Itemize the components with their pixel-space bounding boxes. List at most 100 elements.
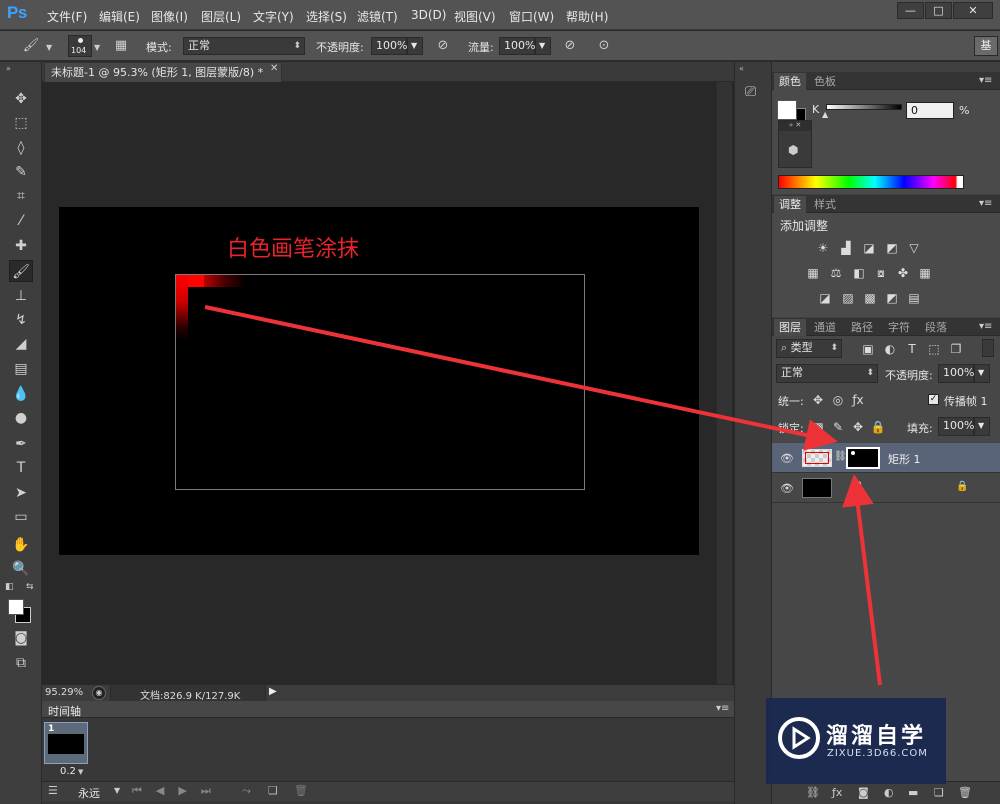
selective-color-icon[interactable]: ◩ [884,291,900,305]
filter-shape-icon[interactable]: ⬚ [926,342,942,356]
hue-saturation-icon[interactable]: ▦ [805,266,821,280]
lasso-tool-icon[interactable]: ◊ [9,137,33,159]
filter-pixel-icon[interactable]: ▣ [860,342,876,356]
dodge-tool-icon[interactable]: ● [9,407,33,429]
delete-layer-icon[interactable]: 🗑 [958,786,972,799]
tab-paths[interactable]: 路径 [846,319,878,336]
tab-layers[interactable]: 图层 [774,319,806,336]
menu-file[interactable]: 文件(F) [47,8,87,25]
move-tool-icon[interactable]: ✥ [9,88,33,110]
brush-tool-icon[interactable]: 🖌 [9,260,33,282]
history-panel-icon[interactable]: ⎚ [745,84,756,100]
pressure-size-icon[interactable]: ⊙ [595,37,613,55]
layer-style-icon[interactable]: ƒx [832,786,842,799]
lock-pixels-icon[interactable]: ✎ [830,420,846,434]
healing-brush-tool-icon[interactable]: ✚ [9,235,33,257]
marquee-tool-icon[interactable]: ⬚ [9,112,33,134]
color-balance-icon[interactable]: ⚖ [828,266,844,280]
rectangle-tool-icon[interactable]: ▭ [9,506,33,528]
filter-type-icon[interactable]: T [904,342,920,356]
tab-adjustments[interactable]: 调整 [774,196,806,213]
crop-tool-icon[interactable]: ⌗ [9,185,33,207]
photo-filter-icon[interactable]: ⧇ [873,266,889,280]
close-tab-icon[interactable]: ✕ [270,63,278,74]
eye-icon[interactable]: 👁 [780,482,794,495]
workspace-switcher[interactable]: 基 [974,36,998,56]
unify-visibility-icon[interactable]: ◎ [830,393,846,407]
k-value-field[interactable]: 0 [906,102,954,119]
levels-icon[interactable]: ▟ [838,241,854,255]
timeline-title[interactable]: 时间轴 [48,703,81,719]
layer-mask-thumbnail[interactable] [846,447,880,469]
clone-stamp-tool-icon[interactable]: ⊥ [9,285,33,307]
menu-type[interactable]: 文字(Y) [253,8,294,25]
status-menu-arrow-icon[interactable]: ▶ [269,686,277,697]
lock-transparent-icon[interactable]: ▩ [810,420,826,434]
brush-size-picker[interactable]: 104 [68,35,92,57]
collapse-icon[interactable]: » [6,64,11,73]
convert-timeline-icon[interactable]: ☰ [48,784,58,797]
tab-swatches[interactable]: 色板 [809,73,841,90]
panel-menu-icon[interactable]: ▾≡ [979,198,992,209]
layer-row-rectangle[interactable]: 👁 ⛓ 矩形 1 [772,443,1000,473]
chevron-down-icon[interactable]: ▼ [114,786,120,795]
unify-position-icon[interactable]: ✥ [810,393,826,407]
brush-panel-icon[interactable]: ▦ [112,37,130,55]
hand-tool-icon[interactable]: ✋ [9,534,33,556]
posterize-icon[interactable]: ▨ [840,291,856,305]
menu-layer[interactable]: 图层(L) [201,8,241,25]
filter-toggle[interactable] [982,339,994,357]
tab-channels[interactable]: 通道 [809,319,841,336]
layer-name[interactable]: 矩形 1 [888,451,921,467]
color-spectrum[interactable] [778,175,964,189]
menu-window[interactable]: 窗口(W) [509,8,554,25]
opacity-field[interactable]: 100% [371,37,407,55]
chevron-down-icon[interactable]: ▼ [94,43,100,52]
eraser-tool-icon[interactable]: ◢ [9,333,33,355]
type-tool-icon[interactable]: T [9,457,33,479]
lock-position-icon[interactable]: ✥ [850,420,866,434]
menu-help[interactable]: 帮助(H) [566,8,608,25]
layer-filter-dropdown[interactable]: ⌕ 类型 ⬍ [776,339,842,358]
new-adjustment-icon[interactable]: ◐ [884,786,894,799]
brightness-icon[interactable]: ☀ [815,241,831,255]
menu-image[interactable]: 图像(I) [151,8,188,25]
propagate-frame-checkbox[interactable]: ✓ [928,394,939,405]
tab-character[interactable]: 字符 [883,319,915,336]
brush-tool-preset-icon[interactable]: 🖌 [22,37,40,55]
tab-styles[interactable]: 样式 [809,196,841,213]
panel-menu-icon[interactable]: ▾≡ [979,321,992,332]
gradient-tool-icon[interactable]: ▤ [9,358,33,380]
panel-menu-icon[interactable]: ▾≡ [979,75,992,86]
menu-3d[interactable]: 3D(D) [411,8,446,22]
quick-select-tool-icon[interactable]: ✎ [9,161,33,183]
stub-header[interactable]: » ✕ [779,121,811,131]
fill-field[interactable]: 100% [938,417,974,436]
expand-icon[interactable]: « [739,64,744,73]
mode-dropdown[interactable]: 正常 ⬍ [183,37,305,55]
layer-opacity-field[interactable]: 100% [938,364,974,383]
menu-filter[interactable]: 滤镜(T) [357,8,398,25]
add-mask-icon[interactable]: ◙ [858,786,869,799]
foreground-color-swatch[interactable] [8,599,24,615]
color-lookup-icon[interactable]: ▦ [917,266,933,280]
blend-mode-dropdown[interactable]: 正常 ⬍ [776,364,878,383]
panel-menu-icon[interactable]: ▾≡ [716,703,729,714]
pen-tool-icon[interactable]: ✒ [9,433,33,455]
opacity-chevron-icon[interactable]: ▼ [407,37,423,55]
threshold-icon[interactable]: ▩ [862,291,878,305]
playback-buttons[interactable]: ⏮◀▶⏭ [132,784,225,798]
menu-edit[interactable]: 编辑(E) [99,8,140,25]
zoom-level[interactable]: 95.29% [45,687,83,698]
slider-thumb-icon[interactable]: ▲ [822,110,828,119]
screen-mode-icon[interactable]: ⧉ [9,652,33,674]
tab-color[interactable]: 颜色 [774,73,806,90]
gradient-map-icon[interactable]: ▤ [906,291,922,305]
new-layer-icon[interactable]: ❏ [934,786,944,799]
invert-icon[interactable]: ◪ [817,291,833,305]
blur-tool-icon[interactable]: 💧 [9,383,33,405]
menu-view[interactable]: 视图(V) [454,8,496,25]
flow-chevron-icon[interactable]: ▼ [535,37,551,55]
fill-chevron-icon[interactable]: ▼ [974,417,990,436]
black-white-icon[interactable]: ◧ [851,266,867,280]
